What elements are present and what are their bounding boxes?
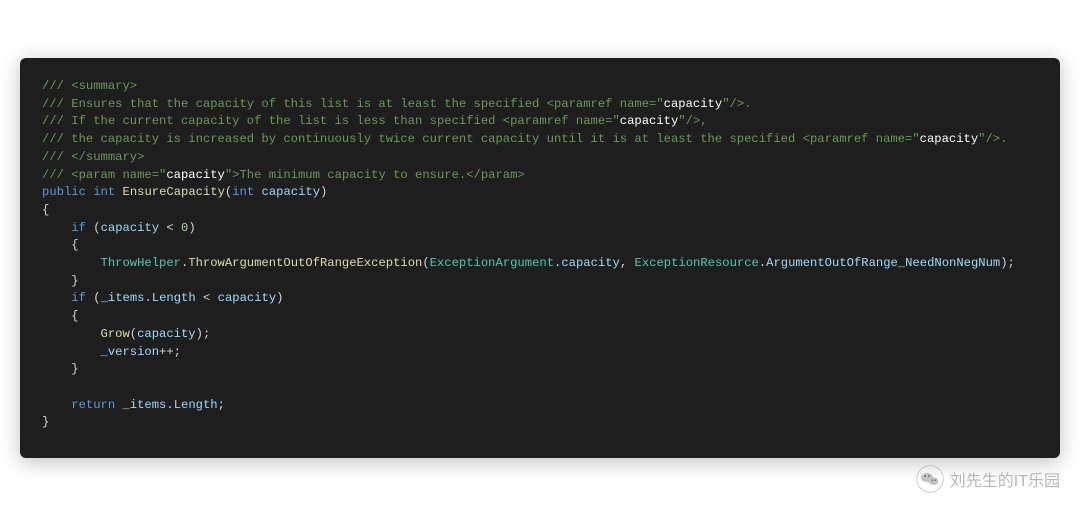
xml-doc-line: /// If the current capacity of the list … [42,114,708,128]
xml-doc-summary-close: /// </summary> [42,150,144,164]
keyword-return: return [71,398,115,412]
type-name: ExceptionResource [635,256,759,270]
field: _items [101,291,145,305]
keyword-if: if [71,221,86,235]
watermark-text: 刘先生的IT乐园 [950,467,1060,491]
param-name: capacity [262,185,321,199]
property: Length [152,291,196,305]
property: Length [174,398,218,412]
code-block: /// <summary> /// Ensures that the capac… [20,58,1060,458]
method-name: EnsureCapacity [123,185,225,199]
identifier: capacity [137,327,196,341]
identifier: capacity [101,221,160,235]
type-name: ThrowHelper [101,256,181,270]
brace: { [42,203,49,217]
param-type: int [232,185,254,199]
keyword-if: if [71,291,86,305]
xml-doc-param: /// <param name="capacity">The minimum c… [42,168,525,182]
watermark: 刘先生的IT乐园 [916,465,1060,493]
code-text: /// <summary> /// Ensures that the capac… [42,78,1038,432]
type-name: ExceptionArgument [430,256,554,270]
xml-doc-line: /// the capacity is increased by continu… [42,132,1007,146]
identifier: capacity [218,291,277,305]
keyword-int: int [93,185,115,199]
enum-value: ArgumentOutOfRange_NeedNonNegNum [766,256,1000,270]
method-call: Grow [101,327,130,341]
method-call: ThrowArgumentOutOfRangeException [188,256,422,270]
enum-value: capacity [561,256,620,270]
field: _version [101,345,160,359]
wechat-icon [916,465,944,493]
keyword-public: public [42,185,86,199]
xml-doc-summary-open: /// <summary> [42,79,137,93]
xml-doc-line: /// Ensures that the capacity of this li… [42,97,751,111]
field: _items [122,398,166,412]
